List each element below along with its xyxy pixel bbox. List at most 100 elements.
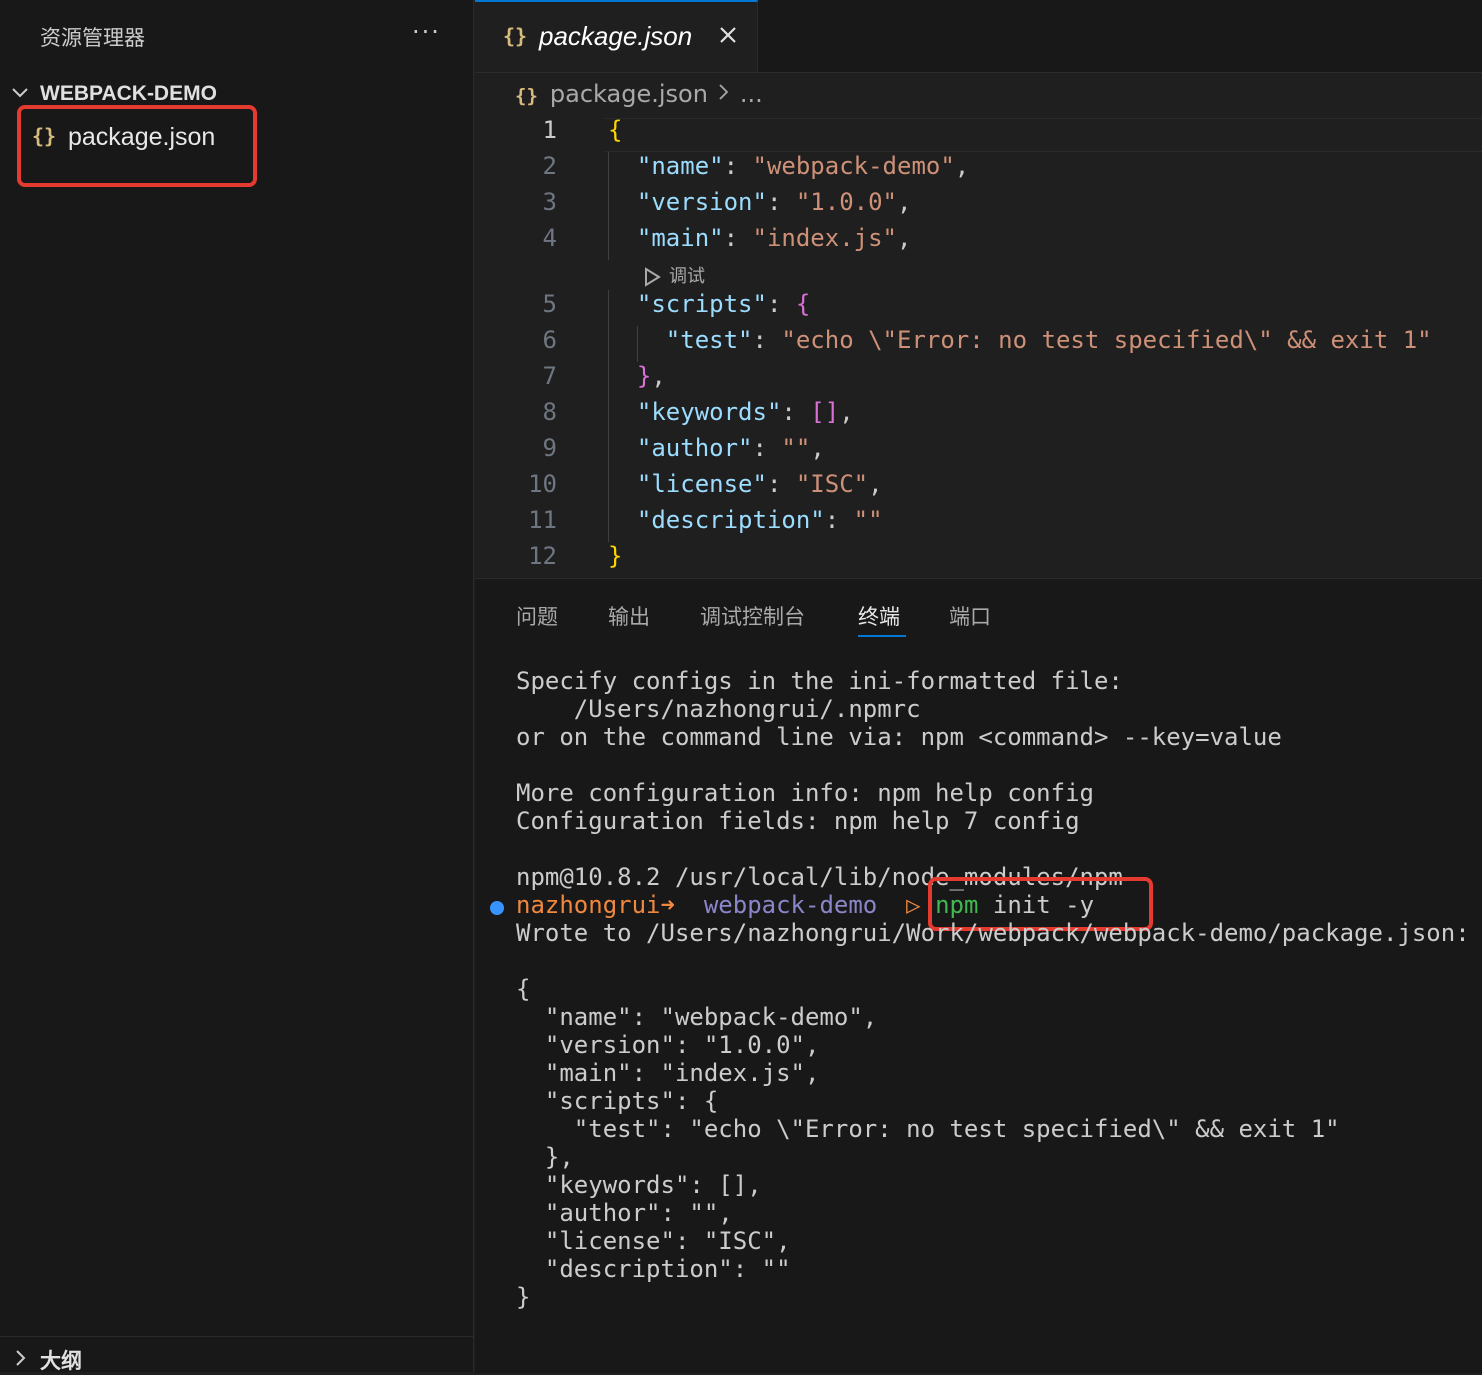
code-token: ,: [810, 434, 825, 462]
code-token: "webpack-demo": [752, 152, 955, 180]
prompt-symbol: ▷: [906, 891, 921, 919]
code-token: ,: [954, 152, 970, 180]
code-token: ,: [651, 362, 666, 390]
chevron-down-icon: [12, 88, 28, 98]
terminal-line: Wrote to /Users/nazhongrui/Work/webpack/…: [516, 919, 1470, 947]
code-token: "echo \"Error: no test specified\" && ex…: [781, 326, 1432, 354]
breadcrumb-file[interactable]: package.json: [550, 80, 708, 108]
code-token: "test": [608, 326, 753, 354]
code-line: 2 "name": "webpack-demo",: [475, 152, 1482, 188]
line-number: 5: [542, 290, 557, 318]
code-editor[interactable]: 调试 1{2 "name": "webpack-demo", 3 "version…: [475, 116, 1482, 576]
active-tab-indicator: [858, 635, 906, 637]
line-number: 11: [528, 506, 557, 534]
close-icon[interactable]: [717, 24, 739, 46]
line-number: 6: [542, 326, 557, 354]
code-token: :: [766, 188, 796, 216]
play-icon: [645, 267, 661, 287]
code-token: "version": [608, 188, 767, 216]
breadcrumb-more[interactable]: ...: [740, 80, 763, 108]
code-token: :: [723, 224, 753, 252]
outline-section[interactable]: 大纲: [0, 1336, 474, 1373]
code-token: "scripts": [608, 290, 767, 318]
code-token: :: [766, 470, 796, 498]
code-text: "main": "index.js",: [608, 224, 912, 252]
code-text: "author": "",: [608, 434, 825, 462]
terminal-line: "scripts": {: [516, 1087, 719, 1115]
code-token: }: [608, 542, 623, 570]
terminal-line: "version": "1.0.0",: [516, 1031, 820, 1059]
chevron-right-icon: [719, 84, 729, 100]
terminal-line: "description": "": [516, 1255, 791, 1283]
outline-label: 大纲: [40, 1349, 82, 1373]
terminal-line: }: [516, 1283, 531, 1311]
code-token: {: [608, 116, 623, 144]
code-text: "scripts": {: [608, 290, 810, 318]
code-text: "version": "1.0.0",: [608, 188, 912, 216]
code-token: :: [752, 434, 782, 462]
code-line: 6 "test": "echo \"Error: no test specifi…: [475, 326, 1482, 362]
code-token: :: [781, 398, 811, 426]
code-line: 5 "scripts": {: [475, 290, 1482, 326]
code-line: 3 "version": "1.0.0",: [475, 188, 1482, 224]
terminal-line: "test": "echo \"Error: no test specified…: [516, 1115, 1340, 1143]
editor-tab-bar: {} package.json: [475, 0, 1482, 73]
terminal-line: "license": "ISC",: [516, 1227, 791, 1255]
terminal-line: {: [516, 975, 531, 1003]
code-token: "name": [608, 152, 724, 180]
project-name: WEBPACK-DEMO: [40, 82, 217, 105]
codelens-label: 调试: [669, 266, 705, 287]
tab-package-json[interactable]: {} package.json: [475, 0, 758, 72]
code-token: []: [810, 398, 840, 426]
code-token: ,: [897, 224, 912, 252]
panel-tab[interactable]: 调试控制台: [700, 601, 805, 631]
code-token: :: [752, 326, 782, 354]
code-token: ,: [839, 398, 854, 426]
code-line: 1{: [475, 116, 1482, 152]
panel-tab[interactable]: 输出: [608, 601, 650, 631]
code-token: "main": [608, 224, 724, 252]
panel-tab[interactable]: 问题: [516, 601, 558, 631]
code-token: "ISC": [795, 470, 869, 498]
tab-label: package.json: [539, 21, 693, 51]
line-number: 4: [542, 224, 557, 252]
explorer-sidebar: 资源管理器 ··· WEBPACK-DEMO {} package.json 大…: [0, 0, 474, 1373]
debug-codelens[interactable]: 调试: [643, 262, 705, 288]
terminal-line: "name": "webpack-demo",: [516, 1003, 878, 1031]
code-token: "": [781, 434, 811, 462]
code-line: 4 "main": "index.js",: [475, 224, 1482, 260]
terminal-line: "author": "",: [516, 1199, 733, 1227]
code-token: "keywords": [608, 398, 782, 426]
code-token: }: [608, 362, 652, 390]
code-token: "description": [608, 506, 825, 534]
code-text: },: [608, 362, 666, 390]
code-token: "license": [608, 470, 767, 498]
terminal-line: },: [516, 1143, 574, 1171]
terminal-line: More configuration info: npm help config: [516, 779, 1094, 807]
code-text: "description": "": [608, 506, 883, 534]
panel-tab[interactable]: 终端: [858, 601, 900, 631]
code-line: 10 "license": "ISC",: [475, 470, 1482, 506]
json-file-icon: {}: [515, 85, 538, 107]
terminal-line: /Users/nazhongrui/.npmrc: [516, 695, 921, 723]
code-text: }: [608, 542, 622, 570]
code-token: :: [766, 290, 796, 318]
line-number: 9: [542, 434, 557, 462]
bottom-panel: 问题 输出 调试控制台 终端 端口 Specify configs in the ini…: [475, 578, 1482, 1373]
terminal-line: Configuration fields: npm help 7 config: [516, 807, 1080, 835]
prompt-dir: webpack-demo: [703, 891, 878, 919]
highlight-box: [17, 105, 257, 187]
terminal-line: or on the command line via: npm <command…: [516, 723, 1282, 751]
code-text: "test": "echo \"Error: no test specified…: [608, 326, 1432, 354]
code-line: 11 "description": "": [475, 506, 1482, 542]
code-token: :: [723, 152, 753, 180]
prompt-arrow: ➜: [660, 891, 675, 919]
panel-tab[interactable]: 端口: [949, 601, 991, 631]
code-token: "": [853, 506, 883, 534]
code-line: 7 },: [475, 362, 1482, 398]
chevron-right-icon: [16, 1350, 26, 1366]
more-actions-icon[interactable]: ···: [412, 18, 441, 46]
line-number: 8: [542, 398, 557, 426]
code-token: :: [824, 506, 854, 534]
code-text: {: [608, 116, 622, 144]
